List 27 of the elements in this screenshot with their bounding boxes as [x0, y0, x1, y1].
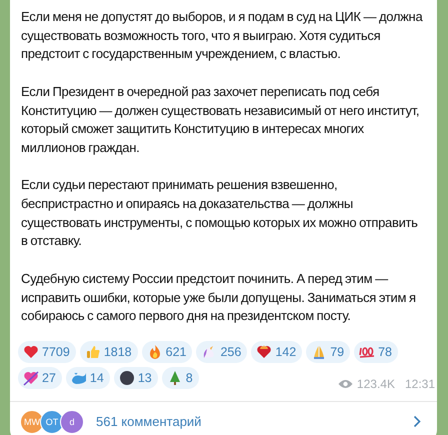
thumbs-up-icon — [84, 344, 101, 360]
burning-heart-icon — [256, 344, 272, 360]
reaction-chip[interactable]: 256 — [196, 340, 248, 363]
reaction-chip[interactable]: 142 — [251, 340, 302, 363]
commenter-avatar: MW — [20, 410, 44, 434]
reaction-chip[interactable]: 1818 — [80, 340, 138, 363]
message-time: 12:31 — [404, 376, 435, 391]
reaction-chip[interactable]: 8 — [162, 366, 199, 389]
reaction-chip[interactable]: 27 — [18, 366, 62, 389]
view-count: 123.4K — [356, 376, 395, 391]
comments-link[interactable]: 561 комментарий — [96, 414, 401, 430]
message-paragraph: Если судьи перестают принимать решения взвешенно, беспристрастно и опираясь на доказательства — должны существовать инструменты, с помощью которых их можно отправить в отставку. — [21, 176, 419, 250]
reaction-chip[interactable]: 78 — [354, 340, 398, 363]
reaction-chip[interactable]: 14 — [66, 366, 110, 389]
reaction-chip[interactable]: 7709 — [18, 340, 76, 363]
reaction-chip[interactable]: 621 — [142, 340, 192, 363]
moon-icon — [118, 370, 135, 386]
reaction-chip[interactable]: 79 — [306, 340, 350, 363]
commenter-avatar: d — [60, 410, 84, 434]
commenter-avatar: OT — [40, 410, 64, 434]
message-paragraph: Судебную систему России предстоит починить. А перед этим — исправить ошибки, которые уже были допущены. Заниматься этим я собираюсь с самого первого дня на президентском посту. — [21, 270, 417, 326]
heart-icon — [23, 344, 39, 360]
message-paragraph: Если Президент в очередной раз захочет переписать под себя Конституцию — должен существовать независимый от него институт, который сможет защитить Конституцию в интересах многих миллионов граждан. — [21, 82, 420, 157]
chevron-right-icon[interactable] — [413, 415, 421, 428]
reaction-chip[interactable]: 13 — [114, 366, 158, 389]
eye-icon — [338, 378, 353, 389]
message-paragraph: Если меня не допустят до выборов, и я подам в суд на ЦИК — должна существовать возможность того, что я выиграю. Хотя судиться предстоит с государственным учреждением, с властью. — [21, 8, 424, 64]
